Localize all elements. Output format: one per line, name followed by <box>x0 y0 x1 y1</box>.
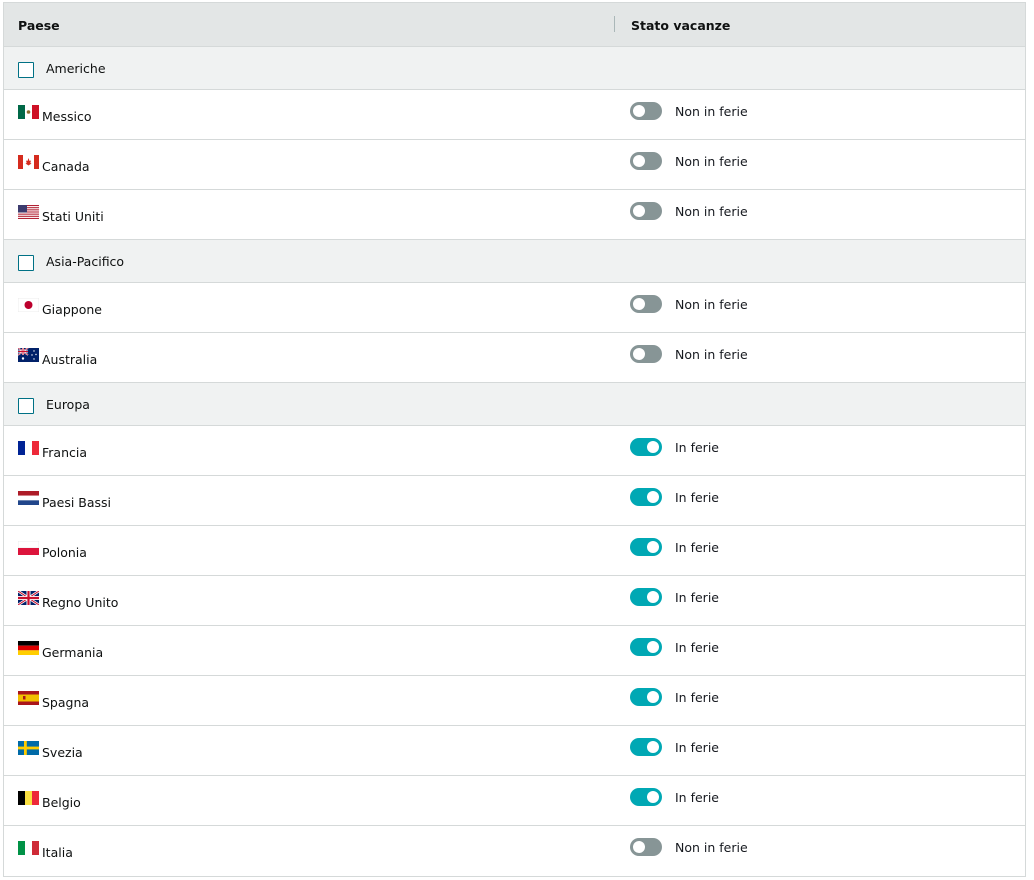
vacation-status-label: Non in ferie <box>675 104 748 119</box>
country-name: Messico <box>42 109 92 124</box>
country-name: Paesi Bassi <box>42 495 112 510</box>
vacation-toggle[interactable] <box>630 152 662 170</box>
vacation-status-label: In ferie <box>675 740 719 755</box>
sweden-flag-icon <box>18 741 39 755</box>
table-row: Regno Unito In ferie <box>4 576 1025 626</box>
table-header: Paese Stato vacanze <box>4 3 1025 47</box>
poland-flag-icon <box>18 541 39 555</box>
table-row: Spagna In ferie <box>4 676 1025 726</box>
vacation-toggle[interactable] <box>630 102 662 120</box>
group-label: Americhe <box>46 61 106 76</box>
vacation-settings-table: Paese Stato vacanze Americhe Messico Non i… <box>3 2 1026 877</box>
table-row: Australia Non in ferie <box>4 333 1025 383</box>
table-row: Messico Non in ferie <box>4 90 1025 140</box>
country-name: Australia <box>42 352 98 367</box>
vacation-toggle[interactable] <box>630 588 662 606</box>
table-row: Giappone Non in ferie <box>4 283 1025 333</box>
country-name: Germania <box>42 645 104 660</box>
japan-flag-icon <box>18 298 39 312</box>
table-row: Francia In ferie <box>4 426 1025 476</box>
table-row: Canada Non in ferie <box>4 140 1025 190</box>
toggle-knob <box>647 641 659 653</box>
country-name: Francia <box>42 445 88 460</box>
toggle-knob <box>647 791 659 803</box>
vacation-toggle[interactable] <box>630 688 662 706</box>
table-row: Stati Uniti Non in ferie <box>4 190 1025 240</box>
toggle-knob <box>647 541 659 553</box>
vacation-toggle[interactable] <box>630 202 662 220</box>
vacation-toggle[interactable] <box>630 295 662 313</box>
italy-flag-icon <box>18 841 39 855</box>
vacation-status-label: In ferie <box>675 690 719 705</box>
table-row: Germania In ferie <box>4 626 1025 676</box>
vacation-status-label: Non in ferie <box>675 154 748 169</box>
germany-flag-icon <box>18 641 39 655</box>
vacation-status-label: In ferie <box>675 640 719 655</box>
uk-flag-icon <box>18 591 39 605</box>
toggle-knob <box>633 841 645 853</box>
country-name: Italia <box>42 845 73 860</box>
toggle-knob <box>647 591 659 603</box>
toggle-knob <box>647 691 659 703</box>
toggle-knob <box>633 298 645 310</box>
vacation-toggle[interactable] <box>630 638 662 656</box>
vacation-status-label: In ferie <box>675 490 719 505</box>
table-row: Italia Non in ferie <box>4 826 1025 876</box>
country-name: Giappone <box>42 302 102 317</box>
vacation-toggle[interactable] <box>630 788 662 806</box>
toggle-knob <box>647 741 659 753</box>
column-divider <box>614 16 615 32</box>
toggle-knob <box>633 105 645 117</box>
table-row: Belgio In ferie <box>4 776 1025 826</box>
vacation-toggle[interactable] <box>630 838 662 856</box>
toggle-knob <box>633 155 645 167</box>
vacation-status-label: In ferie <box>675 790 719 805</box>
country-name: Spagna <box>42 695 90 710</box>
group-row: Americhe <box>4 47 1025 90</box>
table-row: Svezia In ferie <box>4 726 1025 776</box>
toggle-knob <box>633 205 645 217</box>
country-name: Regno Unito <box>42 595 119 610</box>
vacation-status-label: Non in ferie <box>675 204 748 219</box>
australia-flag-icon <box>18 348 39 362</box>
usa-flag-icon <box>18 205 39 219</box>
vacation-toggle[interactable] <box>630 345 662 363</box>
group-select-checkbox[interactable] <box>18 62 34 78</box>
belgium-flag-icon <box>18 791 39 805</box>
column-header-status: Stato vacanze <box>631 18 731 33</box>
column-header-country: Paese <box>18 18 60 33</box>
france-flag-icon <box>18 441 39 455</box>
vacation-status-label: In ferie <box>675 540 719 555</box>
table-row: Polonia In ferie <box>4 526 1025 576</box>
vacation-status-label: Non in ferie <box>675 297 748 312</box>
netherlands-flag-icon <box>18 491 39 505</box>
vacation-status-label: In ferie <box>675 440 719 455</box>
vacation-status-label: Non in ferie <box>675 347 748 362</box>
country-name: Canada <box>42 159 90 174</box>
vacation-toggle[interactable] <box>630 488 662 506</box>
group-row: Asia-Pacifico <box>4 240 1025 283</box>
toggle-knob <box>647 441 659 453</box>
toggle-knob <box>647 491 659 503</box>
vacation-toggle[interactable] <box>630 438 662 456</box>
group-select-checkbox[interactable] <box>18 398 34 414</box>
mexico-flag-icon <box>18 105 39 119</box>
country-name: Polonia <box>42 545 87 560</box>
vacation-status-label: In ferie <box>675 590 719 605</box>
country-name: Svezia <box>42 745 83 760</box>
table-body: Americhe Messico Non in ferie Canada Non in … <box>4 47 1025 876</box>
group-label: Asia-Pacifico <box>46 254 125 269</box>
spain-flag-icon <box>18 691 39 705</box>
toggle-knob <box>633 348 645 360</box>
canada-flag-icon <box>18 155 39 169</box>
group-row: Europa <box>4 383 1025 426</box>
vacation-status-label: Non in ferie <box>675 840 748 855</box>
vacation-toggle[interactable] <box>630 538 662 556</box>
group-label: Europa <box>46 397 90 412</box>
country-name: Belgio <box>42 795 81 810</box>
country-name: Stati Uniti <box>42 209 104 224</box>
table-row: Paesi Bassi In ferie <box>4 476 1025 526</box>
group-select-checkbox[interactable] <box>18 255 34 271</box>
vacation-toggle[interactable] <box>630 738 662 756</box>
